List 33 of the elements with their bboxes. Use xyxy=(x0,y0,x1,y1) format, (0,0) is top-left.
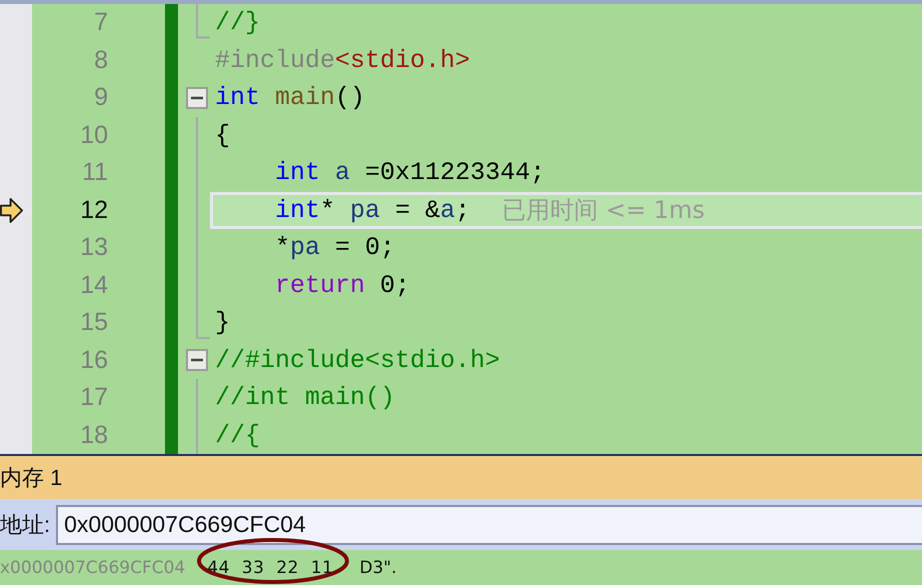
line-number: 8 xyxy=(93,44,108,76)
address-label: 地址: xyxy=(0,510,50,538)
code-line: //#include<stdio.h> xyxy=(215,346,500,375)
line-number: 15 xyxy=(79,307,108,338)
line-number: 17 xyxy=(79,382,108,414)
code-line: int main() xyxy=(215,83,366,112)
code-line: } xyxy=(215,308,230,338)
code-line: //int main() xyxy=(215,383,396,412)
code-line: int a =0x11223344; xyxy=(274,158,546,188)
code-line: //} xyxy=(215,8,260,38)
code-line: int* pa = &a; xyxy=(274,196,470,225)
line-number: 10 xyxy=(79,120,108,151)
line-number: 13 xyxy=(79,232,108,264)
memory-address: x0000007C669CFC04 xyxy=(0,558,186,578)
code-line: { xyxy=(215,120,230,150)
panel-title: 内存 1 xyxy=(0,464,62,492)
line-number: 9 xyxy=(93,82,108,114)
line-number: 12 xyxy=(79,194,108,226)
collapse-icon[interactable] xyxy=(186,86,208,109)
collapse-icon[interactable] xyxy=(186,349,208,372)
code-line: return 0; xyxy=(274,270,410,300)
elapsed-time-hint: 已用时间 <= 1ms xyxy=(502,195,705,226)
code-line: #include<stdio.h> xyxy=(215,46,470,75)
line-number: 14 xyxy=(79,270,108,301)
line-number: 11 xyxy=(81,157,108,188)
address-input-field[interactable]: 0x0000007C669CFC04 xyxy=(56,504,922,544)
code-line: *pa = 0; xyxy=(274,233,396,262)
code-line: //{ xyxy=(215,420,260,450)
line-number: 18 xyxy=(79,420,108,451)
memory-bytes: 44 33 22 11 xyxy=(207,558,334,578)
memory-ascii: D3". xyxy=(360,558,397,578)
line-number: 7 xyxy=(93,7,108,38)
line-number: 16 xyxy=(79,344,108,376)
